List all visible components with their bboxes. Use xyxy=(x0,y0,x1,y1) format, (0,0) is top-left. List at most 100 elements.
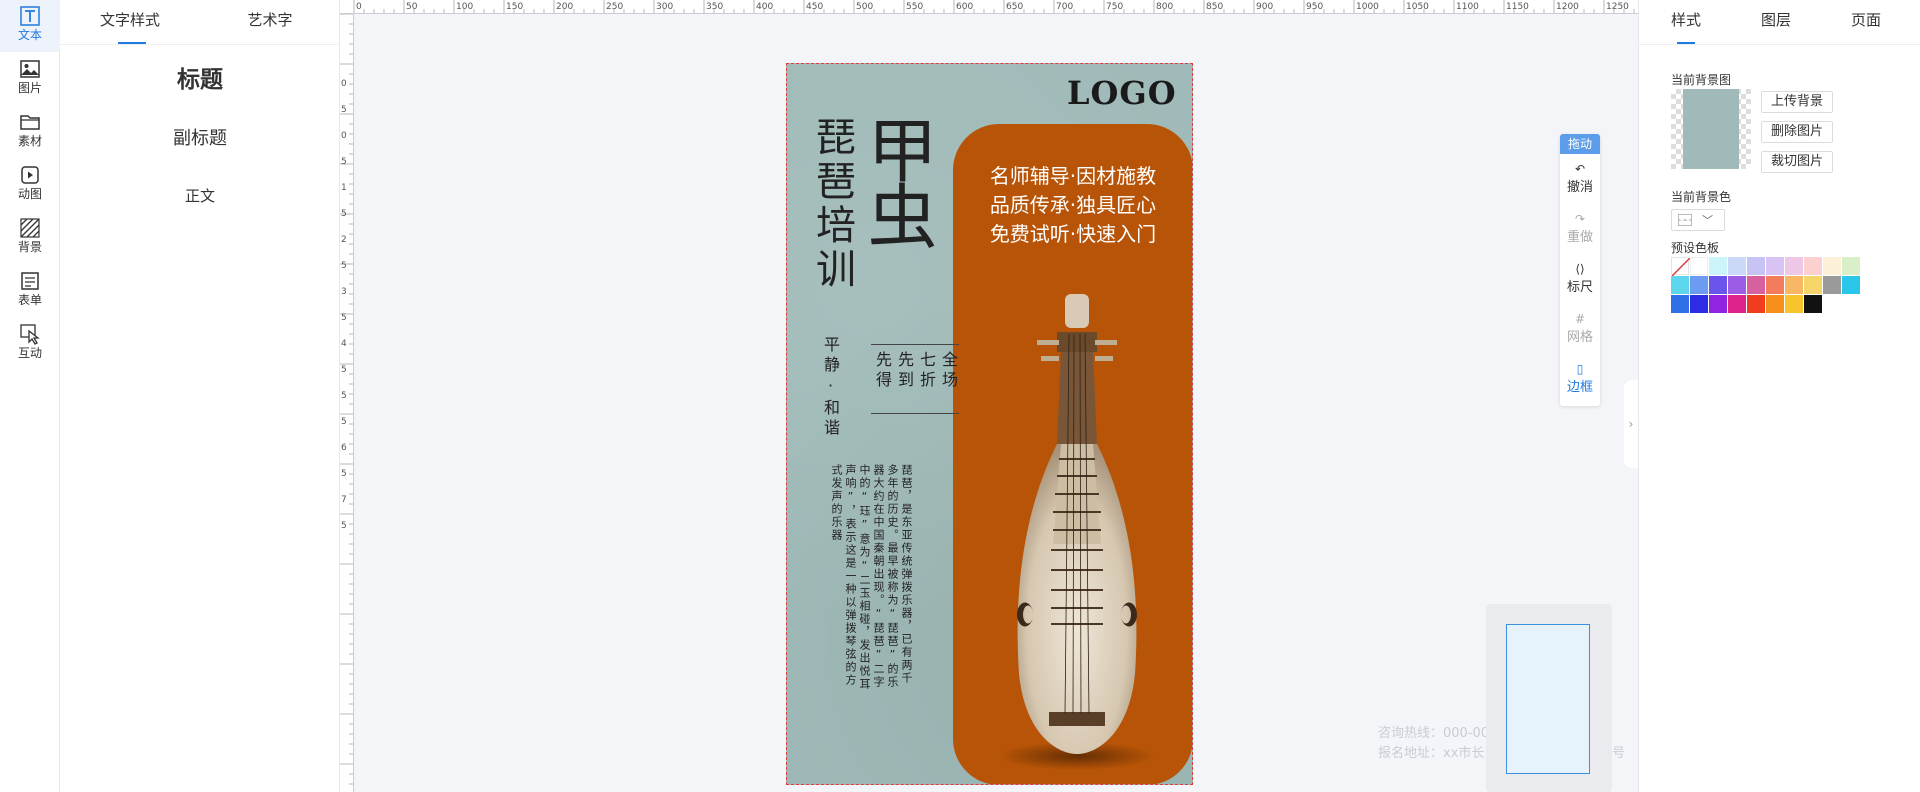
rail-label: 背景 xyxy=(17,240,42,254)
palette-swatch[interactable] xyxy=(1823,276,1841,294)
redo-icon: ↷ xyxy=(1574,212,1586,226)
ruler-tick-label: 550 xyxy=(906,2,923,12)
palette-swatch[interactable] xyxy=(1785,276,1803,294)
current-bg-image-label: 当前背景图 xyxy=(1671,73,1732,87)
drag-handle[interactable]: 拖动 xyxy=(1560,134,1600,154)
palette-swatch[interactable] xyxy=(1766,276,1784,294)
palette-swatch[interactable] xyxy=(1709,276,1727,294)
ruler-horizontal[interactable]: 0 50 100 150 200 250 300 350 400 450 500 550 600 650 7… xyxy=(340,0,1638,14)
palette-swatch[interactable] xyxy=(1671,257,1691,277)
bg-thumb-image xyxy=(1683,89,1739,169)
palette-swatch[interactable] xyxy=(1785,257,1803,275)
ruler-tick-label: 5 xyxy=(341,105,347,115)
rail-item-material[interactable]: 素材 xyxy=(0,106,60,158)
redo-label: 重做 xyxy=(1566,230,1593,245)
palette-swatch[interactable] xyxy=(1804,257,1822,275)
poster-logo[interactable]: LOGO xyxy=(1067,74,1177,112)
current-bg-color-label: 当前背景色 xyxy=(1671,190,1732,204)
poster-canvas[interactable]: LOGO 名师辅导·因材施教 品质传承·独具匠心 免费试听·快速入门 琵琶培训 … xyxy=(786,63,1193,785)
delete-image-button[interactable]: 删除图片 xyxy=(1761,121,1833,143)
palette-swatch[interactable] xyxy=(1766,295,1784,313)
ghost-text: 号 xyxy=(1612,746,1626,761)
palette-swatch[interactable] xyxy=(1747,257,1765,275)
rail-item-interact[interactable]: 互动 xyxy=(0,318,60,370)
slogan-line: 免费试听·快速入门 xyxy=(989,222,1157,246)
floating-toolbar: 拖动 ↶ 撤消 ↷ 重做 ⟨⟩ 标尺 # 网格 ▯ 边框 xyxy=(1560,134,1600,406)
rail-item-text[interactable]: 文本 xyxy=(0,0,60,52)
poster-body-text[interactable]: 琵琶，是东亚传统弹拨乐器，已有两千多年的历史。最早被称为“琵琶”的乐器大约在中国… xyxy=(813,464,913,694)
palette-swatch[interactable] xyxy=(1709,295,1727,313)
ruler-tick-label: 5 xyxy=(341,209,347,219)
palette-swatch[interactable] xyxy=(1728,276,1746,294)
pipa-image[interactable] xyxy=(997,294,1157,774)
ruler-tick-label: 900 xyxy=(1256,2,1273,12)
style-title[interactable]: 标题 xyxy=(60,60,340,94)
collapse-panel-button[interactable]: › xyxy=(1624,380,1638,468)
palette-swatch[interactable] xyxy=(1842,276,1860,294)
tab-text-style[interactable]: 文字样式 xyxy=(60,0,200,44)
ruler-tick-label: 5 xyxy=(341,261,347,271)
palette-swatch[interactable] xyxy=(1690,276,1708,294)
ruler-tick-label: 800 xyxy=(1156,2,1173,12)
poster-title[interactable]: 琵琶培训 xyxy=(807,116,857,292)
tab-page[interactable]: 页面 xyxy=(1851,0,1881,44)
tab-layers[interactable]: 图层 xyxy=(1761,0,1791,44)
bg-color-select[interactable]: ﹀ xyxy=(1671,209,1725,231)
border-label: 边框 xyxy=(1566,380,1593,395)
ruler-tick-label: 3 xyxy=(341,287,347,297)
border-toggle[interactable]: ▯ 边框 xyxy=(1560,354,1600,404)
palette-swatch[interactable] xyxy=(1823,257,1841,275)
palette-swatch[interactable] xyxy=(1766,257,1784,275)
palette-swatch[interactable] xyxy=(1690,295,1708,313)
ruler-tick-label: 5 xyxy=(341,391,347,401)
palette-swatch[interactable] xyxy=(1671,295,1689,313)
rail-item-gif[interactable]: 动图 xyxy=(0,159,60,211)
minimap-viewport[interactable] xyxy=(1506,624,1590,774)
upload-bg-button[interactable]: 上传背景 xyxy=(1761,91,1833,113)
crop-image-button[interactable]: 裁切图片 xyxy=(1761,151,1833,173)
ruler-tick-label: 5 xyxy=(341,365,347,375)
ruler-tick-label: 650 xyxy=(1006,2,1023,12)
palette-swatch[interactable] xyxy=(1747,276,1765,294)
rail-item-image[interactable]: 图片 xyxy=(0,53,60,105)
style-subtitle[interactable]: 副标题 xyxy=(60,124,340,150)
palette-swatch[interactable] xyxy=(1804,295,1822,313)
poster-big-text[interactable]: 甲虫 xyxy=(856,114,938,246)
rail-item-background[interactable]: 背景 xyxy=(0,212,60,264)
grid-label: 网格 xyxy=(1566,330,1593,345)
tab-art-text[interactable]: 艺术字 xyxy=(200,0,340,44)
redo-button[interactable]: ↷ 重做 xyxy=(1560,204,1600,254)
palette-swatch[interactable] xyxy=(1785,295,1803,313)
ghost-text: 咨询热线：000-00 xyxy=(1378,726,1490,741)
ruler-tick-label: 300 xyxy=(656,2,673,12)
palette-swatch[interactable] xyxy=(1728,295,1746,313)
palette-swatch[interactable] xyxy=(1804,276,1822,294)
ruler-tick-label: 1050 xyxy=(1406,2,1429,12)
palette-swatch[interactable] xyxy=(1747,295,1765,313)
ruler-tick-label: 1000 xyxy=(1356,2,1379,12)
tab-style[interactable]: 样式 xyxy=(1671,0,1701,44)
palette-swatch[interactable] xyxy=(1671,276,1689,294)
grid-toggle[interactable]: # 网格 xyxy=(1560,304,1600,354)
chevron-down-icon: ﹀ xyxy=(1702,214,1713,227)
ruler-toggle[interactable]: ⟨⟩ 标尺 xyxy=(1560,254,1600,304)
poster-slogans[interactable]: 名师辅导·因材施教 品质传承·独具匠心 免费试听·快速入门 xyxy=(953,162,1192,249)
play-icon xyxy=(21,166,39,184)
ruler-tick-label: 5 xyxy=(341,157,347,167)
poster-calm-text[interactable]: 平静·和谐 xyxy=(821,336,840,456)
ruler-tick-label: 5 xyxy=(341,521,347,531)
palette-swatch[interactable] xyxy=(1842,257,1860,275)
undo-button[interactable]: ↶ 撤消 xyxy=(1560,154,1600,204)
palette-swatch[interactable] xyxy=(1728,257,1746,275)
ruler-tick-label: 5 xyxy=(341,417,347,427)
ruler-vertical[interactable]: 0 5 0 5 1 5 2 5 3 5 4 5 5 5 6 5 7 5 xyxy=(340,14,354,792)
ruler-tick-label: 4 xyxy=(341,339,347,349)
rail-item-form[interactable]: 表单 xyxy=(0,265,60,317)
palette-swatch[interactable] xyxy=(1709,257,1727,275)
minimap[interactable] xyxy=(1486,604,1612,792)
poster-promo-text[interactable]: 全场七折先到先得 xyxy=(871,344,959,414)
style-body[interactable]: 正文 xyxy=(60,185,340,206)
palette-swatch[interactable] xyxy=(1690,257,1708,275)
ruler-tick-label: 850 xyxy=(1206,2,1223,12)
editor-app: 文本 图片 素材 动图 背景 表单 互动 文字样式 艺术字 标题 副标题 正文 … xyxy=(0,0,1920,792)
